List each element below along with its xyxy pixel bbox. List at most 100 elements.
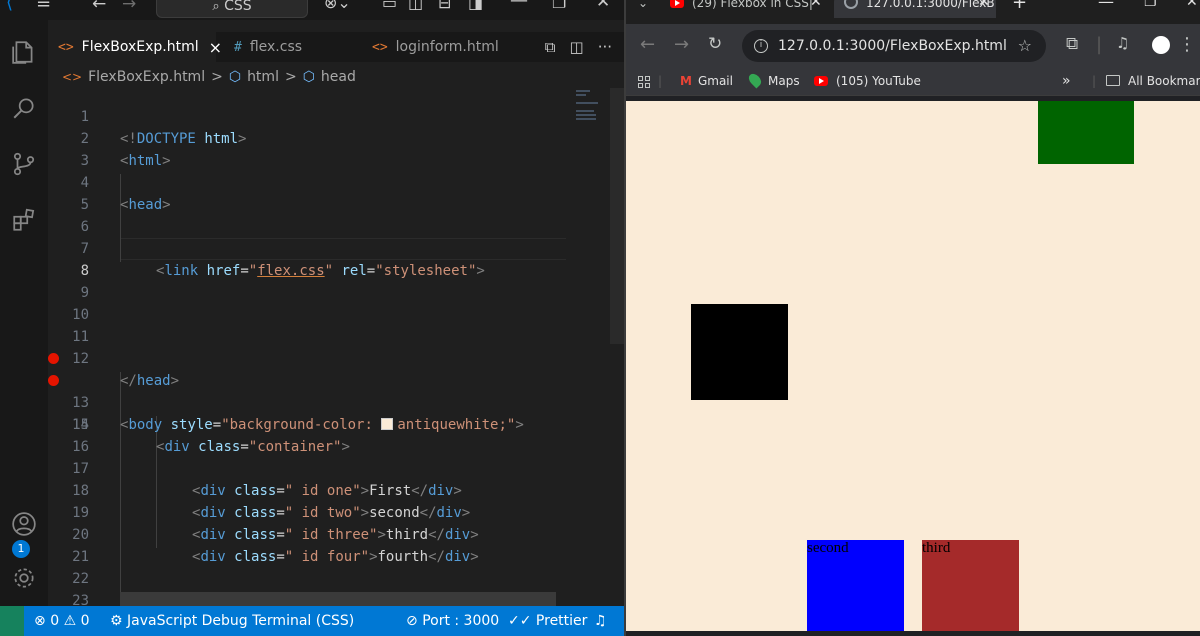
code-line: 23 (48, 568, 568, 606)
breadcrumb-head[interactable]: head (321, 69, 356, 85)
live-server-port[interactable]: ⊘ Port : 3000 (406, 606, 499, 636)
media-controls-icon[interactable]: ♫ (1116, 34, 1129, 52)
open-preview-icon[interactable]: ⧉ (545, 38, 556, 56)
split-editor-icon[interactable]: ◫ (570, 38, 584, 56)
explorer-icon[interactable] (0, 28, 48, 76)
chrome-menu-icon[interactable]: ⋮ (1178, 34, 1196, 55)
extensions-puzzle-icon[interactable]: ⧉ (1066, 34, 1078, 54)
warning-icon: ⚠ (63, 613, 77, 629)
css-file-icon: # (234, 39, 242, 55)
more-actions-icon[interactable]: ··· (598, 38, 612, 56)
breakpoint-icon[interactable] (48, 375, 59, 386)
remote-indicator-icon[interactable] (0, 606, 24, 636)
horizontal-scrollbar[interactable] (120, 592, 556, 606)
back-arrow-icon[interactable]: ← (92, 0, 106, 17)
search-icon: ⌕ (212, 0, 220, 14)
code-line: 20 <div class=" id four">fourth</div> (48, 502, 568, 565)
activity-bar: 1 (0, 20, 48, 606)
tab-youtube[interactable]: (29) Flexbox in CSS| (670, 0, 820, 18)
menu-icon[interactable]: ≡ (36, 0, 51, 16)
reload-icon[interactable]: ↻ (708, 34, 722, 54)
youtube-icon (670, 0, 684, 8)
restore-icon[interactable]: ❐ (552, 0, 566, 16)
black-box (691, 304, 788, 400)
debug-icon: ⚙ (110, 613, 123, 629)
forward-arrow-icon[interactable]: → (122, 0, 136, 17)
bookmark-star-icon[interactable]: ☆ (1018, 30, 1032, 62)
minimize-icon[interactable]: — (1098, 0, 1114, 11)
code-line: 22 </div> (48, 546, 568, 606)
code-line: 8 (48, 238, 568, 279)
profile-avatar[interactable] (1152, 36, 1170, 54)
html-file-icon: <> (58, 39, 74, 55)
globe-icon (844, 0, 858, 9)
vscode-title-bar: ⟨ ≡ ← → ⌕ CSS ⊗⌄ ▭ ◫ ⊟ ◨ — ❐ ✕ (0, 0, 624, 20)
source-control-icon[interactable] (0, 140, 48, 188)
code-line: 7 <link href="flex.css" rel="stylesheet"… (48, 216, 568, 279)
new-tab-icon[interactable]: + (1012, 0, 1027, 13)
code-line: 21 (48, 524, 568, 565)
prettier-item[interactable]: ✓✓ Prettier (508, 606, 587, 636)
apps-grid-icon[interactable] (638, 76, 650, 88)
site-info-icon[interactable]: i (754, 39, 768, 53)
tab-title: (29) Flexbox in CSS| (692, 0, 813, 10)
bookmarks-overflow[interactable]: » (1062, 68, 1071, 96)
back-icon[interactable]: ← (640, 34, 655, 55)
tab-flex-css[interactable]: # flex.css (224, 32, 354, 62)
close-window-icon[interactable]: ✕ (1186, 0, 1198, 10)
breakpoint-icon[interactable] (48, 353, 59, 364)
address-bar[interactable]: i 127.0.0.1:3000/FlexBoxExp.html ☆ (742, 30, 1046, 62)
bookmark-label: Maps (768, 74, 800, 88)
copilot-icon[interactable]: ⊗⌄ (324, 0, 351, 16)
toggle-sidebar-icon[interactable]: ◫ (408, 0, 423, 16)
forward-icon[interactable]: → (674, 34, 689, 55)
search-view-icon[interactable] (0, 84, 48, 132)
breadcrumb-file[interactable]: FlexBoxExp.html (88, 69, 205, 85)
minimap[interactable] (576, 88, 612, 128)
vscode-logo-icon: ⟨ (6, 0, 14, 13)
tab-flexboxexp-html[interactable]: <> FlexBoxExp.html × (48, 32, 222, 62)
debug-terminal-label: JavaScript Debug Terminal (CSS) (127, 613, 355, 629)
maps-pin-icon (746, 71, 764, 89)
debug-terminal-item[interactable]: ⚙ JavaScript Debug Terminal (CSS) (110, 606, 354, 636)
all-bookmarks[interactable]: All Bookmarks (1106, 68, 1200, 96)
problems-indicator[interactable]: ⊗ 0 ⚠ 0 (34, 606, 90, 636)
extensions-icon[interactable] (0, 196, 48, 244)
settings-gear-icon[interactable] (0, 554, 48, 602)
bookmark-maps[interactable]: Maps (746, 68, 800, 96)
notifications-bell-icon[interactable]: ♫ (594, 606, 607, 636)
tab-search-icon[interactable]: ⌄ (638, 0, 648, 18)
code-line: 10 (48, 282, 568, 323)
code-line: 15 <div class="container"> (48, 392, 568, 455)
code-line: 17 <div class=" id one">First</div> (48, 436, 568, 499)
breadcrumb: <> FlexBoxExp.html > ⬡ html > ⬡ head (48, 66, 624, 88)
bookmark-gmail[interactable]: M Gmail (680, 68, 733, 96)
box-label: second (807, 540, 849, 556)
gmail-icon: M (680, 74, 692, 88)
breadcrumb-html[interactable]: html (247, 69, 279, 85)
code-line: 16 (48, 414, 568, 455)
tab-localhost[interactable]: 127.0.0.1:3000/FlexB (834, 0, 996, 18)
chrome-window: ⌄ (29) Flexbox in CSS| ✕ 127.0.0.1:3000/… (624, 0, 1200, 636)
command-center-search[interactable]: ⌕ CSS (156, 0, 308, 18)
tab-close-icon[interactable]: × (209, 38, 222, 57)
code-line: 11 (48, 304, 568, 345)
code-line: 6 (48, 194, 568, 235)
layout-icon[interactable]: ▭ (382, 0, 397, 16)
code-line: 2 <html> (48, 106, 568, 169)
vertical-scrollbar[interactable] (610, 88, 624, 344)
code-line: 9 (48, 260, 568, 301)
editor-tabs: <> FlexBoxExp.html × # flex.css <> login… (48, 32, 624, 62)
close-tab-icon[interactable]: ✕ (810, 0, 822, 10)
close-window-icon[interactable]: ✕ (596, 0, 610, 15)
toggle-panel-icon[interactable]: ⊟ (438, 0, 451, 16)
restore-icon[interactable]: ❐ (1144, 0, 1157, 10)
bookmark-label: (105) YouTube (836, 74, 921, 88)
bookmark-youtube[interactable]: (105) YouTube (814, 68, 921, 96)
close-tab-icon[interactable]: ✕ (978, 0, 990, 10)
code-editor[interactable]: 1 <!DOCTYPE html> 2 <html> 3 4 <head> 5 … (48, 88, 624, 606)
toggle-secondary-sidebar-icon[interactable]: ◨ (468, 0, 483, 16)
tab-loginform-html[interactable]: <> loginform.html (362, 32, 512, 62)
minimize-icon[interactable]: — (510, 0, 528, 14)
chrome-toolbar: ← → ↻ i 127.0.0.1:3000/FlexBoxExp.html ☆… (626, 24, 1200, 68)
